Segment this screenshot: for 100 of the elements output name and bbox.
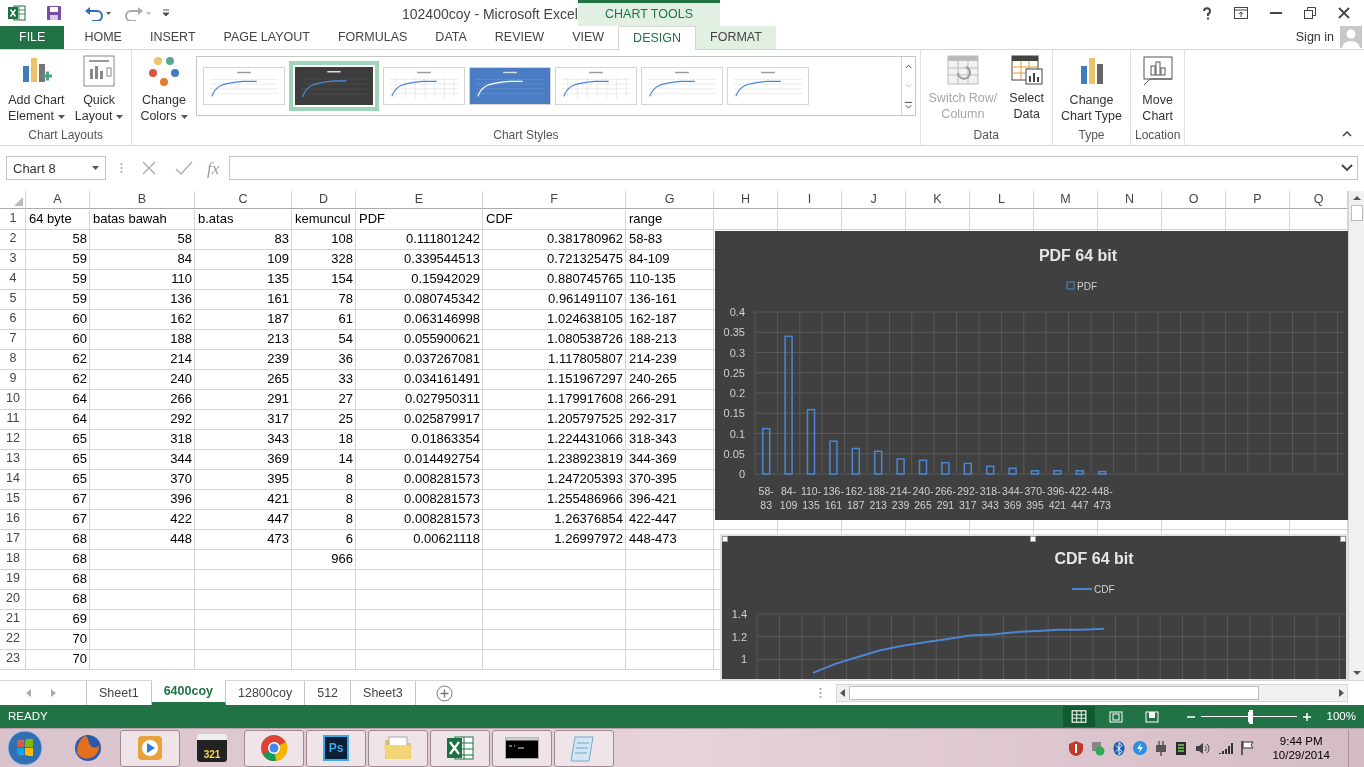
vertical-scrollbar[interactable] [1348,190,1364,681]
resize-handle[interactable] [1030,535,1036,542]
shield-icon[interactable] [1069,740,1084,756]
select-data-button[interactable]: Select Data [1005,50,1049,128]
row-header[interactable]: 21 [0,608,26,629]
row-header[interactable]: 17 [0,528,26,549]
page-layout-view-icon[interactable] [1108,710,1123,723]
normal-view-icon[interactable] [1062,706,1095,728]
move-chart-button[interactable]: Move Chart [1136,50,1179,124]
column-header[interactable]: F [483,190,626,208]
row-header[interactable]: 5 [0,288,26,309]
customize-toolbar-icon[interactable] [162,9,170,17]
previous-sheet-icon[interactable] [26,689,32,698]
browser-icon[interactable] [259,733,289,763]
resize-handle[interactable] [1340,535,1346,542]
column-header[interactable]: O [1162,190,1226,208]
column-header[interactable]: A [26,190,90,208]
row-header[interactable]: 3 [0,248,26,269]
ribbon-tab[interactable]: FORMULAS [323,26,422,49]
column-header[interactable]: D [292,190,356,208]
row-header[interactable]: 22 [0,628,26,649]
ribbon-tab[interactable]: DATA [421,26,481,49]
row-header[interactable]: 7 [0,328,26,349]
fox-globe-icon[interactable] [73,733,103,763]
row-header[interactable]: 11 [0,408,26,429]
change-colors-button[interactable]: Change Colors [136,50,192,124]
row-header[interactable]: 9 [0,368,26,389]
chart-style-thumbnail[interactable] [288,61,379,111]
chart-style-thumbnail[interactable] [382,67,465,105]
column-header[interactable]: G [626,190,714,208]
close-icon[interactable] [1338,7,1350,19]
column-header[interactable]: P [1226,190,1290,208]
quick-layout-button[interactable]: Quick Layout [70,50,128,128]
check-icon[interactable] [175,160,193,177]
add-chart-element-button[interactable]: Add Chart Element [4,50,69,128]
scrollbar-thumb[interactable] [1350,204,1363,221]
ribbon-tab[interactable]: PAGE LAYOUT [209,26,324,49]
column-header[interactable]: B [90,190,195,208]
start-button[interactable] [6,729,44,767]
row-header[interactable]: 1 [0,208,26,229]
column-header[interactable]: K [906,190,970,208]
row-header[interactable]: 23 [0,648,26,669]
speaker-icon[interactable] [1195,741,1211,755]
taskbar-button[interactable]: Ps [306,729,366,767]
media-player-icon[interactable] [136,734,164,762]
undo-icon[interactable] [84,5,112,21]
change-chart-type-button[interactable]: Change Chart Type [1057,50,1126,124]
ribbon-tab[interactable]: INSERT [135,26,210,49]
taskbar-button[interactable]: 321 [182,729,242,767]
photoshop-icon[interactable]: Ps [323,735,349,761]
resize-handle[interactable] [722,535,728,542]
sheet-tab[interactable]: 6400coy [151,680,226,706]
row-header[interactable]: 2 [0,228,26,249]
ribbon-tab[interactable]: FILE [0,26,65,49]
expand-icon[interactable] [1341,164,1353,173]
bar-chart[interactable]: PDF 64 bit PDF 0 0.05 0.1 0.15 0.2 0.25 0.3 0.35 0.4 58-83 84-109 110-135 136-161 162-187 188-213 214-239 240-265 266-291 292-317 318-343 344-369 370-395 396-421 422-447 448-473 [715,230,1348,520]
zoom-in-icon[interactable] [1302,712,1311,721]
redo-icon[interactable] [124,5,152,21]
add-sheet-icon[interactable] [435,684,453,702]
clapper-icon[interactable]: 321 [197,734,227,762]
help-icon[interactable] [1202,6,1212,20]
minimize-icon[interactable] [1270,11,1282,15]
zoom-slider[interactable] [1200,711,1297,722]
page-break-view-icon[interactable] [1144,710,1159,723]
column-header[interactable]: H [714,190,778,208]
zoom-level[interactable]: 100% [1326,707,1356,726]
ribbon-tab[interactable]: REVIEW [480,26,559,49]
ribbon-display-icon[interactable] [1234,7,1248,19]
row-header[interactable]: 12 [0,428,26,449]
row-header[interactable]: 20 [0,588,26,609]
row-header[interactable]: 13 [0,448,26,469]
cancel-icon[interactable] [141,160,157,177]
row-header[interactable]: 4 [0,268,26,289]
chart-style-thumbnail[interactable] [726,67,809,105]
column-header[interactable]: L [970,190,1034,208]
ribbon-tab[interactable]: FORMAT [696,26,776,49]
row-header[interactable]: 19 [0,568,26,589]
row-header[interactable]: 18 [0,548,26,569]
bluetooth-icon[interactable] [1113,740,1126,756]
ribbon-tab[interactable]: VIEW [558,26,619,49]
row-header[interactable]: 14 [0,468,26,489]
formula-field[interactable] [229,156,1358,181]
horizontal-scrollbar[interactable] [836,684,1348,703]
next-sheet-icon[interactable] [50,689,56,698]
line-chart[interactable]: CDF 64 bit CDF 1 1.2 1.4 [720,533,1348,681]
column-header[interactable]: J [842,190,906,208]
row-header[interactable]: 10 [0,388,26,409]
row-header[interactable]: 6 [0,308,26,329]
column-header[interactable]: E [356,190,483,208]
ribbon-tab[interactable]: DESIGN [618,26,697,50]
chart-style-thumbnail[interactable] [468,67,551,105]
row-header[interactable]: 8 [0,348,26,369]
scrollbar-thumb[interactable] [849,686,1259,701]
collapse-ribbon-icon[interactable] [1342,130,1352,137]
column-header[interactable]: I [778,190,842,208]
power-plug-icon[interactable] [1155,740,1168,756]
battery-meter-icon[interactable] [1175,740,1188,756]
save-icon[interactable] [46,5,62,21]
ribbon-tab[interactable]: HOME [70,26,136,49]
column-header[interactable]: C [195,190,292,208]
